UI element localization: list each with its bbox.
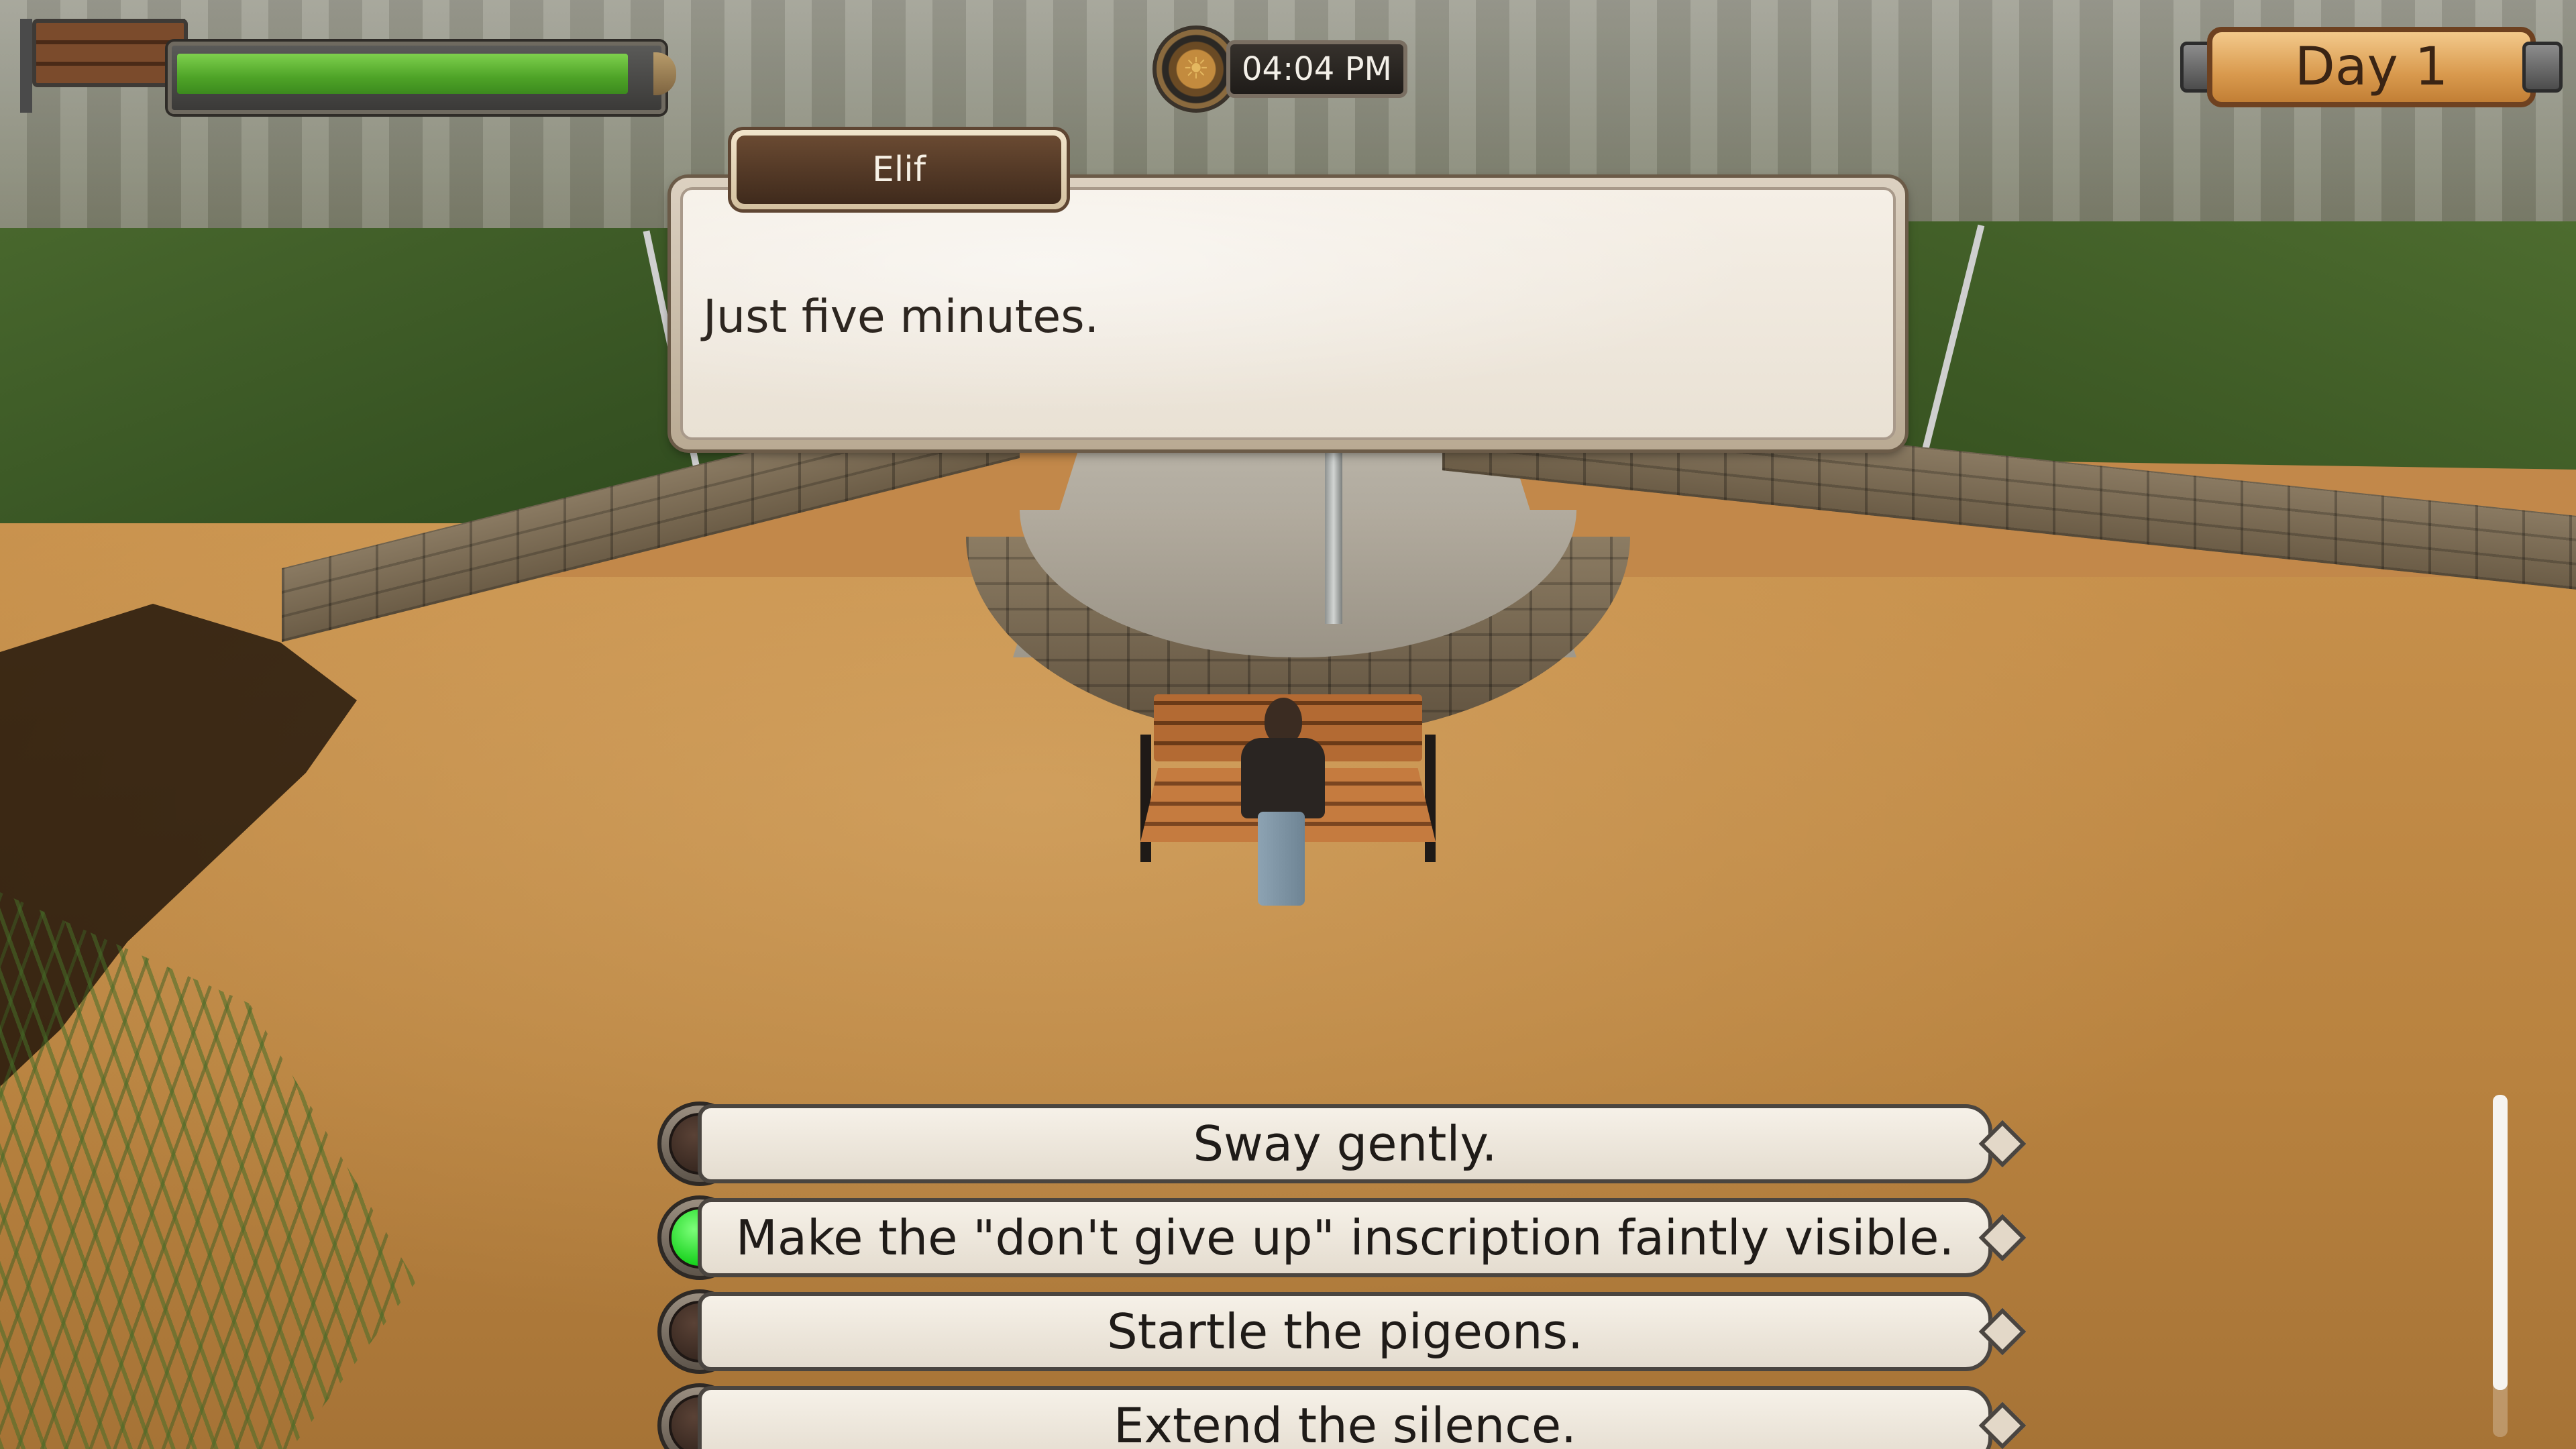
meter-fill [177, 54, 628, 94]
bench-leg [1140, 735, 1151, 862]
lamp-pole [1325, 443, 1342, 624]
choice-label[interactable]: Startle the pigeons. [698, 1292, 1992, 1371]
bench-icon-leg [20, 19, 32, 113]
bench-meter [168, 42, 676, 114]
choice-label[interactable]: Extend the silence. [698, 1386, 1992, 1449]
dialogue-text: Just five minutes. [703, 290, 1099, 343]
choice-option-pigeons[interactable]: Startle the pigeons. [657, 1289, 2026, 1374]
day-label: Day 1 [2207, 27, 2536, 107]
bolt-icon [2522, 42, 2563, 93]
bench-icon-slats [32, 19, 188, 87]
seated-character [1234, 698, 1328, 906]
time-display: ☀ 04:04 PM [1152, 25, 1414, 113]
choice-option-sway[interactable]: Sway gently. [657, 1102, 2026, 1186]
choice-label[interactable]: Sway gently. [698, 1104, 1992, 1183]
bench-leg [1425, 735, 1436, 862]
sun-icon: ☀ [1183, 52, 1210, 86]
scrollbar-thumb[interactable] [2493, 1095, 2508, 1390]
dialogue-parchment: Just five minutes. [680, 187, 1896, 440]
character-jacket [1241, 738, 1325, 818]
choice-label[interactable]: Make the "don't give up" inscription fai… [698, 1198, 1992, 1277]
speaker-name: Elif [737, 136, 1061, 204]
time-text: 04:04 PM [1226, 40, 1407, 98]
day-badge: Day 1 [2180, 20, 2563, 114]
choice-scrollbar[interactable] [2493, 1095, 2508, 1437]
character-jeans [1258, 812, 1305, 906]
speaker-nameplate: Elif [731, 130, 1067, 209]
dialogue-box: Just five minutes. [671, 178, 1905, 449]
bench-icon [12, 12, 188, 113]
choice-option-inscription[interactable]: Make the "don't give up" inscription fai… [657, 1195, 2026, 1280]
choice-option-silence[interactable]: Extend the silence. [657, 1383, 2026, 1449]
choice-list: Sway gently. Make the "don't give up" in… [657, 1102, 2026, 1449]
